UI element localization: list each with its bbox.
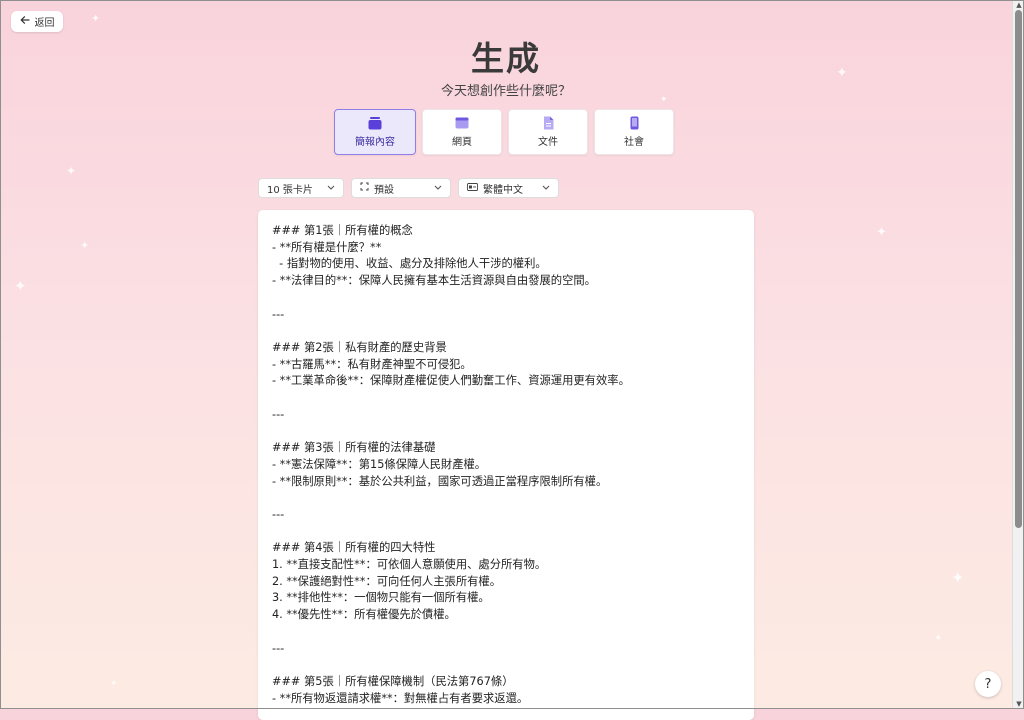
generation-options: 10 張卡片 預設 繁體中文 [258, 178, 559, 198]
layout-value: 預設 [374, 184, 394, 196]
language-value: 繁體中文 [483, 184, 523, 196]
chevron-down-icon [434, 183, 442, 193]
type-label: 社會 [624, 137, 644, 148]
language-icon [467, 182, 478, 194]
presentation-icon [368, 116, 382, 130]
content-type-selector: 簡報內容 網頁 文件 社會 [334, 109, 674, 155]
page-title: 生成 [471, 39, 541, 78]
webpage-icon [455, 116, 469, 130]
sparkle-decoration: ✦ [66, 164, 77, 178]
sparkle-decoration: ✦ [934, 633, 943, 644]
resize-icon [360, 182, 369, 194]
help-button[interactable]: ? [975, 671, 1001, 697]
sparkle-decoration: ✦ [876, 225, 887, 240]
scroll-up-icon[interactable]: ▲ [1013, 0, 1024, 10]
page-subtitle: 今天想創作些什麼呢？ [440, 84, 571, 99]
sparkle-decoration: ✦ [110, 679, 118, 689]
chevron-down-icon [327, 183, 335, 193]
sparkle-decoration: ✦ [91, 12, 101, 25]
outline-text[interactable]: ### 第1張｜所有權的概念 - **所有權是什麼？** - 指對物的使用、收益… [258, 210, 754, 720]
sparkle-decoration: ✦ [951, 568, 965, 587]
type-presentation-button[interactable]: 簡報內容 [334, 109, 416, 155]
page-scrollbar[interactable]: ▲ ▼ [1012, 0, 1024, 709]
sparkle-decoration: ✦ [80, 239, 90, 252]
layout-select[interactable]: 預設 [351, 178, 451, 198]
type-label: 文件 [538, 137, 558, 148]
phone-icon [627, 116, 641, 130]
card-count-value: 10 張卡片 [267, 184, 313, 196]
type-label: 網頁 [452, 137, 472, 148]
type-label: 簡報內容 [355, 137, 395, 148]
type-document-button[interactable]: 文件 [508, 109, 588, 155]
sparkle-decoration: ✦ [14, 277, 27, 295]
back-button-label: 返回 [34, 18, 55, 29]
chevron-down-icon [542, 183, 550, 193]
type-social-button[interactable]: 社會 [594, 109, 674, 155]
language-select[interactable]: 繁體中文 [458, 178, 559, 198]
scrollbar-thumb[interactable] [1015, 10, 1022, 528]
document-icon [541, 116, 555, 130]
scroll-down-icon[interactable]: ▼ [1013, 699, 1024, 709]
card-count-select[interactable]: 10 張卡片 [258, 178, 344, 198]
back-button[interactable]: 返回 [11, 11, 63, 32]
arrow-left-icon [20, 15, 30, 28]
type-webpage-button[interactable]: 網頁 [422, 109, 502, 155]
outline-editor[interactable]: ### 第1張｜所有權的概念 - **所有權是什麼？** - 指對物的使用、收益… [258, 210, 754, 720]
